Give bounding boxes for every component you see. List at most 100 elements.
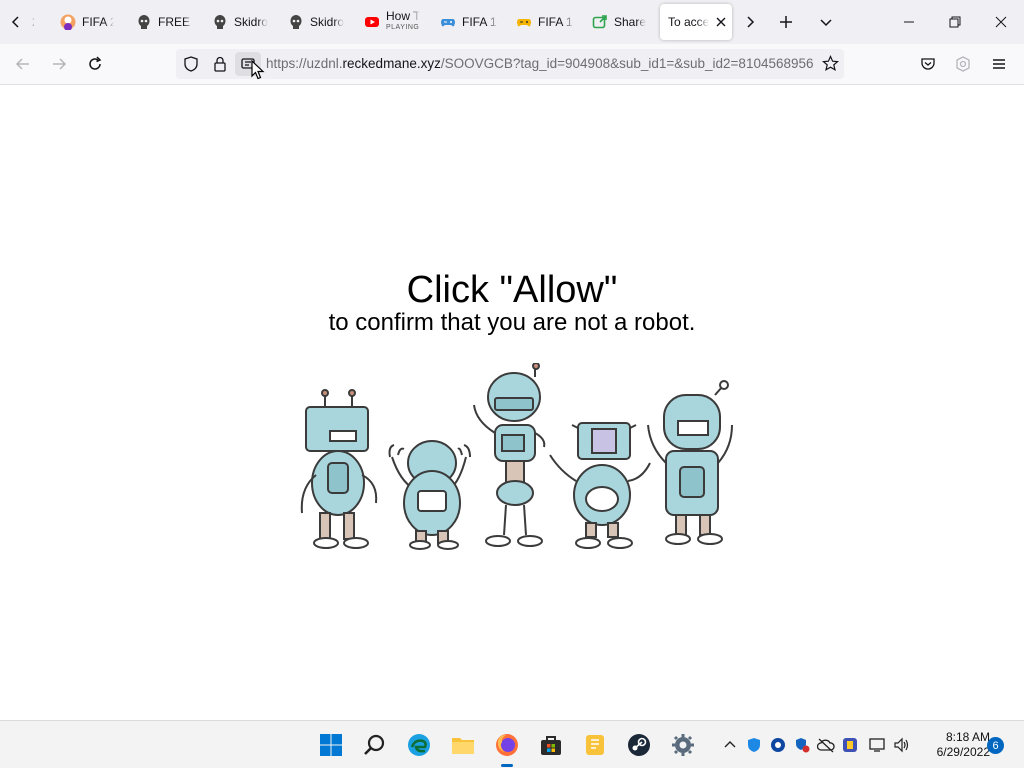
back-button[interactable] — [8, 49, 38, 79]
firefox-button[interactable] — [491, 729, 523, 767]
chevron-up-icon — [724, 741, 736, 748]
robot-3 — [473, 363, 546, 547]
robot-5 — [647, 380, 733, 545]
plus-icon — [780, 16, 792, 28]
fifa-avatar-icon — [60, 14, 76, 30]
bookmark-star-icon[interactable] — [822, 55, 839, 72]
tray-app-5[interactable] — [840, 735, 860, 755]
chevron-left-icon — [11, 16, 19, 28]
tab-label: To acce — [668, 15, 710, 29]
tab-skidrow-1[interactable]: Skidro — [206, 4, 276, 40]
list-all-tabs-button[interactable] — [810, 6, 842, 38]
arrow-right-icon — [53, 58, 67, 70]
firefox-icon — [496, 734, 518, 756]
tab-label: How T — [386, 11, 421, 22]
tray-volume[interactable] — [892, 735, 912, 755]
skull-icon — [138, 15, 150, 29]
forward-button[interactable] — [44, 49, 74, 79]
edge-icon — [408, 734, 430, 756]
start-button[interactable] — [315, 729, 347, 761]
show-hidden-icons-button[interactable] — [720, 735, 740, 755]
page-content: Click "Allow" to confirm that you are no… — [0, 85, 1024, 720]
tab-active-current[interactable]: To acce — [660, 4, 732, 40]
tray-defender[interactable] — [744, 735, 764, 755]
tab-label: FREE T — [158, 15, 194, 29]
skull-icon — [214, 15, 226, 29]
tab-label: Skidro — [234, 15, 269, 29]
reload-icon — [89, 56, 102, 70]
windows-logo-icon — [320, 734, 342, 756]
subline: to confirm that you are not a robot. — [328, 309, 696, 336]
windows-taskbar: 8:18 AM 6/29/2022 6 — [0, 720, 1024, 768]
scroll-tabs-right-button[interactable] — [734, 6, 766, 38]
clock-time: 8:18 AM — [945, 730, 990, 744]
tab-label: 2 — [32, 15, 34, 29]
tab-label-group: How T PLAYING — [386, 11, 420, 33]
restore-button[interactable] — [932, 0, 978, 44]
note-app-button[interactable] — [579, 729, 611, 761]
tray-onedrive[interactable] — [816, 735, 836, 755]
extensions-button[interactable] — [948, 49, 978, 79]
tray-app-2[interactable] — [768, 735, 788, 755]
settings-button[interactable] — [667, 729, 699, 761]
url-path: /SOOVGCB?tag_id=904908&sub_id1=&sub_id2=… — [440, 56, 814, 71]
circle-app-icon — [771, 738, 785, 752]
tab-fifa-1[interactable]: FIFA 2 — [54, 4, 120, 40]
tab-share[interactable]: Share — [586, 4, 652, 40]
tab-partial[interactable]: 2 — [26, 4, 40, 40]
edge-taskbar-button[interactable] — [403, 729, 435, 761]
sticky-note-icon — [586, 735, 604, 755]
tray-security-alert[interactable] — [792, 735, 812, 755]
robot-4 — [549, 422, 651, 549]
mouse-cursor-icon — [251, 60, 265, 80]
network-icon — [869, 738, 885, 752]
hamburger-menu-icon — [993, 59, 1005, 69]
gamepad-yellow-icon — [517, 19, 531, 27]
tab-label: FIFA 1( — [538, 15, 574, 29]
tab-skidrow-2[interactable]: Skidro — [282, 4, 352, 40]
folder-icon — [452, 738, 474, 754]
new-tab-button[interactable] — [770, 6, 802, 38]
gamepad-icon — [441, 19, 455, 27]
tab-label: FIFA 2 — [82, 15, 114, 29]
search-icon — [364, 734, 385, 755]
close-window-button[interactable] — [978, 0, 1024, 44]
url-prefix: https://uzdnl. — [266, 56, 343, 71]
chevron-down-icon — [820, 19, 832, 27]
tray-network[interactable] — [868, 735, 888, 755]
tracking-protection-shield-icon[interactable] — [183, 56, 199, 72]
gear-icon — [672, 734, 694, 756]
notification-count-badge[interactable]: 6 — [987, 737, 1004, 754]
security-alert-icon — [796, 738, 810, 753]
microsoft-store-button[interactable] — [535, 729, 567, 761]
tab-label: FIFA 1( — [462, 15, 498, 29]
reload-button[interactable] — [80, 49, 110, 79]
skull-icon — [290, 15, 302, 29]
tab-fifa-2[interactable]: FIFA 1( — [434, 4, 504, 40]
navigation-toolbar: https://uzdnl.reckedmane.xyz/SOOVGCB?tag… — [0, 44, 1024, 85]
steam-button[interactable] — [623, 729, 655, 761]
file-explorer-button[interactable] — [447, 729, 479, 761]
store-icon — [541, 736, 561, 755]
close-tab-icon[interactable] — [716, 17, 726, 27]
lock-icon[interactable] — [212, 56, 228, 72]
minimize-button[interactable] — [886, 0, 932, 44]
app-menu-button[interactable] — [984, 49, 1014, 79]
search-button[interactable] — [359, 729, 391, 761]
speaker-icon — [894, 737, 909, 753]
headline: Click "Allow" — [406, 269, 618, 311]
robots-illustration — [300, 363, 733, 550]
tab-strip: 2 FIFA 2 FREE T Skidro Skidro How T PLAY… — [0, 0, 1024, 44]
tab-fifa-3[interactable]: FIFA 1( — [510, 4, 580, 40]
robot-1 — [300, 389, 378, 549]
robot-2 — [388, 440, 471, 550]
tab-youtube-playing[interactable]: How T PLAYING — [358, 4, 428, 40]
restore-icon — [949, 16, 961, 28]
clock-date: 6/29/2022 — [936, 745, 990, 759]
url-bar[interactable]: https://uzdnl.reckedmane.xyz/SOOVGCB?tag… — [176, 49, 844, 79]
pocket-button[interactable] — [913, 49, 943, 79]
tab-free[interactable]: FREE T — [130, 4, 200, 40]
chevron-right-icon — [747, 16, 755, 28]
url-text[interactable]: https://uzdnl.reckedmane.xyz/SOOVGCB?tag… — [266, 56, 816, 71]
system-clock[interactable]: 8:18 AM 6/29/2022 — [916, 730, 990, 760]
